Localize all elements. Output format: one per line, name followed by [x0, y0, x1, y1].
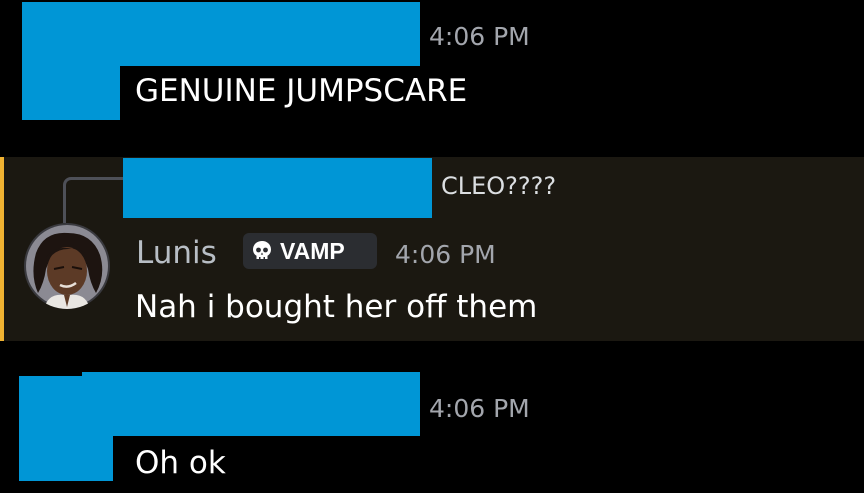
avatar-image: [24, 223, 110, 309]
message-timestamp: 4:06 PM: [429, 22, 530, 51]
redacted-avatar-block: [22, 2, 120, 120]
mention-highlight-bar: [0, 157, 4, 341]
message-timestamp: 4:06 PM: [429, 394, 530, 423]
message-timestamp: 4:06 PM: [395, 240, 496, 269]
avatar[interactable]: [24, 223, 110, 309]
reply-preview-text[interactable]: CLEO????: [441, 171, 556, 201]
skull-icon: [253, 241, 271, 259]
redacted-reply-author-block: [123, 158, 432, 218]
redacted-avatar-block: [19, 376, 113, 481]
message-text: Nah i bought her off them: [135, 289, 538, 325]
redacted-username-block: [98, 2, 420, 66]
message-text: Oh ok: [135, 445, 226, 481]
redacted-username-block: [82, 372, 420, 436]
message-author-name[interactable]: Lunis: [136, 234, 217, 272]
role-tag-label: VAMP: [280, 238, 345, 264]
chat-message-list: 4:06 PM GENUINE JUMPSCARE CLEO???? Lunis: [0, 0, 864, 493]
role-tag[interactable]: VAMP: [243, 233, 377, 269]
message-text: GENUINE JUMPSCARE: [135, 73, 468, 109]
reply-connector: [63, 177, 123, 223]
